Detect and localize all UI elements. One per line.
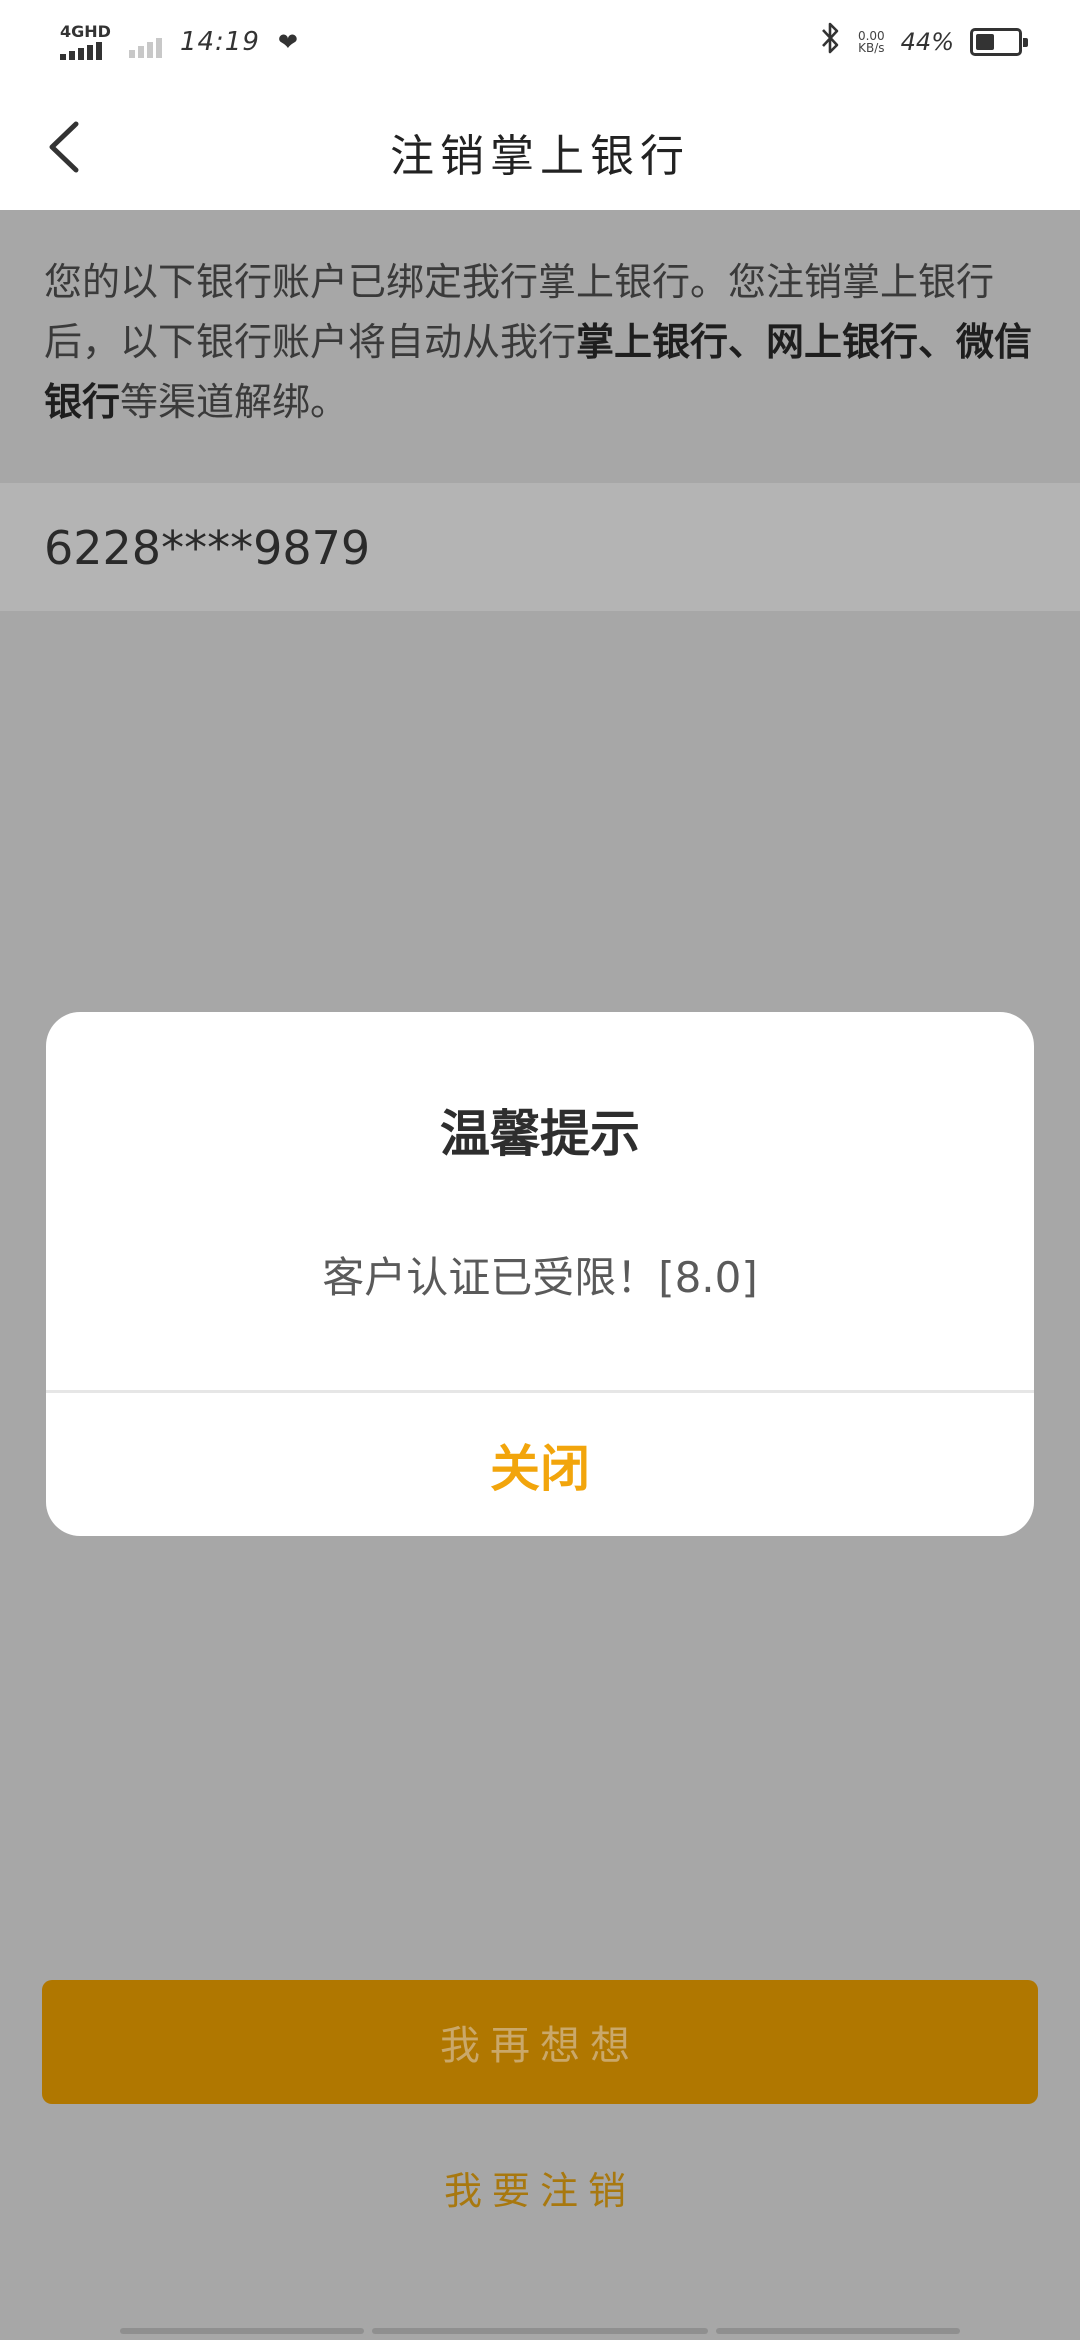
alert-dialog: 温馨提示 客户认证已受限！[8.0] 关闭 <box>46 1012 1034 1536</box>
cellular-signal-icon: 4GHD <box>60 24 111 60</box>
battery-percentage: 44% <box>900 28 954 56</box>
dialog-title: 温馨提示 <box>440 1105 640 1163</box>
status-bar: 4GHD 14:19 ❤ 0.00 KB/s 44% <box>0 0 1080 84</box>
secondary-signal-icon <box>128 36 162 58</box>
confirm-cancel-link[interactable]: 我要注销 <box>0 2160 1080 2215</box>
status-bar-right: 0.00 KB/s 44% <box>820 18 1028 66</box>
clock: 14:19 <box>179 27 260 57</box>
status-bar-left: 4GHD 14:19 ❤ <box>60 18 298 66</box>
network-type: 4GHD <box>60 22 111 41</box>
home-indicator <box>120 2328 364 2334</box>
account-number: 6228****9879 <box>44 521 371 575</box>
network-speed: 0.00 KB/s <box>858 30 885 54</box>
home-indicator <box>716 2328 960 2334</box>
notice-text-end: 等渠道解绑。 <box>120 380 349 424</box>
close-button[interactable]: 关闭 <box>46 1393 1034 1536</box>
heart-icon: ❤ <box>277 28 298 56</box>
dialog-message: 客户认证已受限！[8.0] <box>322 1253 758 1302</box>
network-speed-unit: KB/s <box>858 41 885 55</box>
rethink-button[interactable]: 我再想想 <box>42 1980 1038 2104</box>
page-title: 注销掌上银行 <box>390 131 690 182</box>
account-row: 6228****9879 <box>0 483 1080 611</box>
battery-icon <box>970 28 1028 56</box>
home-indicator <box>372 2328 708 2334</box>
battery-fill <box>976 34 994 50</box>
app-header: 注销掌上银行 <box>0 84 1080 210</box>
unbind-notice: 您的以下银行账户已绑定我行掌上银行。您注销掌上银行后，以下银行账户将自动从我行掌… <box>44 252 1044 432</box>
bluetooth-icon <box>820 21 842 63</box>
